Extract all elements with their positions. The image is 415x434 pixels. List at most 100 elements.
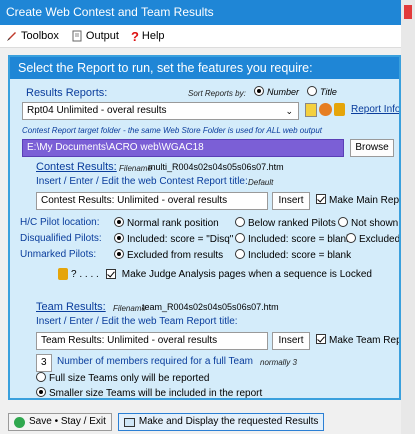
contest-filename-label: Filename [119, 164, 152, 173]
menu-output-label: Output [85, 30, 119, 42]
full-teams-radio[interactable] [36, 372, 46, 382]
contest-title-label: Insert / Enter / Edit the web Contest Re… [36, 176, 248, 187]
folder-path-field[interactable]: E:\My Documents\ACRO web\WGAC18 [22, 139, 344, 157]
unm-blank-label: Included: score = blank [248, 250, 352, 261]
hc-normal-radio[interactable] [114, 217, 124, 227]
sort-label: Sort Reports by: [188, 89, 246, 98]
smaller-teams-option[interactable]: Smaller size Teams will be included in t… [36, 387, 263, 399]
folder-note: Contest Report target folder - the same … [22, 126, 323, 135]
hc-notshown-radio[interactable] [338, 217, 348, 227]
contest-results-label: Contest Results: [36, 161, 117, 173]
contest-title-input[interactable]: Contest Results: Unlimited - overal resu… [36, 192, 268, 210]
dq-excluded-radio[interactable] [346, 233, 356, 243]
chevron-down-icon: ⌄ [285, 106, 293, 116]
document-icon [72, 30, 82, 42]
unmarked-pilots-label: Unmarked Pilots: [20, 249, 97, 260]
hc-below-option[interactable]: Below ranked Pilots [235, 217, 336, 229]
hc-notshown-label: Not shown [351, 218, 399, 229]
save-label: Save • Stay / Exit [29, 416, 106, 427]
make-main-report-option[interactable]: Make Main Report [316, 194, 399, 206]
team-filename: team_R004s02s04s05s06s07.htm [142, 302, 279, 312]
save-button[interactable]: Save • Stay / Exit [8, 413, 112, 431]
judge-row: ? . . . . Make Judge Analysis pages when… [58, 268, 372, 280]
footer-bar: Save • Stay / Exit Make and Display the … [8, 413, 325, 431]
team-title-input[interactable]: Team Results: Unlimited - overal results [36, 332, 268, 350]
lock-icon[interactable] [334, 103, 345, 116]
contest-filename: multi_R004s02s04s05s06s07.htm [148, 162, 284, 172]
report-tools [305, 103, 345, 117]
make-display-label: Make and Display the requested Results [138, 416, 319, 427]
make-team-report-option[interactable]: Make Team Report [316, 334, 401, 346]
make-main-report-checkbox[interactable] [316, 194, 326, 204]
team-filename-label: Filename [113, 304, 146, 313]
help-icon: ? [130, 28, 139, 44]
window-titlebar: Create Web Contest and Team Results [0, 0, 401, 25]
unm-blank-radio[interactable] [235, 249, 245, 259]
report-info-link[interactable]: Report Info [351, 104, 399, 115]
team-members-input[interactable]: 3 [36, 354, 52, 372]
team-normally: normally 3 [260, 358, 297, 367]
smaller-teams-label: Smaller size Teams will be included in t… [49, 388, 263, 399]
team-title-value: Team Results: Unlimited - overal results [41, 335, 218, 346]
dq-disq-radio[interactable] [114, 233, 124, 243]
menu-toolbox-label: Toolbox [21, 30, 59, 42]
pen-icon [7, 32, 16, 41]
team-members-label: Number of members required for a full Te… [57, 356, 254, 367]
contest-insert-button[interactable]: Insert [272, 192, 310, 210]
sort-number-option[interactable]: Number [254, 86, 299, 97]
results-reports-label: Results Reports: [26, 87, 108, 99]
close-indicator[interactable] [404, 5, 412, 19]
hc-normal-option[interactable]: Normal rank position [114, 217, 219, 229]
menu-toolbox[interactable]: Toolbox [6, 30, 59, 42]
dq-blank-label: Included: score = blank [248, 234, 352, 245]
team-members-value: 3 [41, 357, 47, 368]
judge-analysis-checkbox[interactable] [105, 269, 116, 279]
sort-title-radio[interactable] [307, 86, 317, 96]
judge-analysis-label: Make Judge Analysis pages when a sequenc… [121, 268, 372, 280]
menu-bar: Toolbox Output ? Help [0, 25, 401, 48]
smaller-teams-radio[interactable] [36, 387, 46, 397]
make-team-report-label: Make Team Report [329, 335, 401, 346]
dq-disq-option[interactable]: Included: score = "Disq" [114, 233, 233, 245]
menu-help[interactable]: ? Help [131, 29, 165, 44]
hc-normal-label: Normal rank position [127, 218, 219, 229]
report-select-value: Rpt04 Unlimited - overal results [27, 105, 167, 116]
sort-number-label: Number [267, 87, 300, 97]
dq-blank-radio[interactable] [235, 233, 245, 243]
contest-title-value: Contest Results: Unlimited - overal resu… [41, 195, 228, 206]
make-display-button[interactable]: Make and Display the requested Results [117, 413, 325, 431]
panel-heading: Select the Report to run, set the featur… [10, 57, 399, 79]
browse-button[interactable]: Browse [350, 139, 394, 157]
sort-number-radio[interactable] [254, 86, 264, 96]
sort-title-label: Title [320, 87, 337, 97]
team-insert-button[interactable]: Insert [272, 332, 310, 350]
lock-icon [58, 268, 68, 280]
make-team-report-checkbox[interactable] [316, 334, 326, 344]
menu-output[interactable]: Output [71, 30, 119, 42]
check-icon [14, 416, 25, 428]
grid-icon[interactable] [305, 103, 317, 117]
dq-blank-option[interactable]: Included: score = blank [235, 233, 351, 245]
team-results-label: Team Results: [36, 301, 106, 313]
report-select[interactable]: Rpt04 Unlimited - overal results ⌄ [22, 102, 299, 120]
unm-excluded-option[interactable]: Excluded from results [114, 249, 223, 261]
menu-help-label: Help [141, 30, 165, 42]
hc-notshown-option[interactable]: Not shown [338, 217, 398, 229]
unm-excluded-label: Excluded from results [127, 250, 224, 261]
monitor-icon [123, 417, 135, 427]
unm-blank-option[interactable]: Included: score = blank [235, 249, 351, 261]
dq-excluded-option[interactable]: Excluded [346, 233, 399, 245]
team-title-label: Insert / Enter / Edit the web Team Repor… [36, 316, 238, 327]
window-title: Create Web Contest and Team Results [6, 5, 214, 19]
full-teams-label: Full size Teams only will be reported [49, 373, 210, 384]
report-panel: Select the Report to run, set the featur… [8, 55, 401, 400]
default-label: Default [248, 178, 274, 187]
window-edge [401, 0, 415, 434]
clock-icon[interactable] [319, 103, 332, 116]
full-teams-option[interactable]: Full size Teams only will be reported [36, 372, 209, 384]
unm-excluded-radio[interactable] [114, 249, 124, 259]
hc-below-label: Below ranked Pilots [248, 218, 336, 229]
hc-below-radio[interactable] [235, 217, 245, 227]
lock-help[interactable]: ? . . . . [71, 269, 99, 280]
sort-title-option[interactable]: Title [307, 86, 337, 97]
